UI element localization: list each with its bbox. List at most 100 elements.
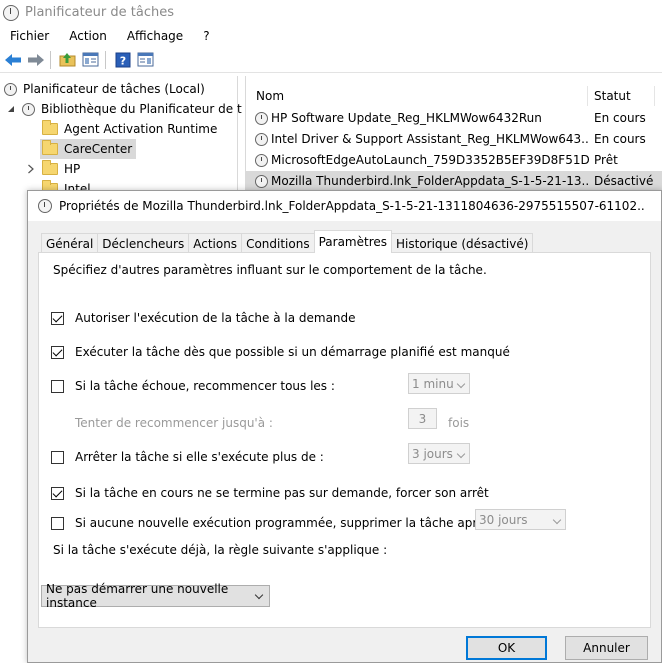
tab-general[interactable]: Général xyxy=(41,233,99,253)
delete-duration-select: 30 jours xyxy=(475,509,566,530)
delete-after-checkbox[interactable] xyxy=(51,516,64,530)
task-scheduler-clock-icon xyxy=(4,82,17,96)
toolbar: ? xyxy=(0,47,662,73)
column-divider[interactable] xyxy=(587,86,588,106)
tree-item-label: CareCenter xyxy=(64,142,133,156)
restart-interval-select: 1 minu xyxy=(408,373,470,394)
task-row-selected[interactable]: Mozilla Thunderbird.lnk_FolderAppdata_S-… xyxy=(246,171,662,191)
instance-rule-value: Ne pas démarrer une nouvelle instance xyxy=(46,582,229,610)
task-name: Mozilla Thunderbird.lnk_FolderAppdata_S-… xyxy=(271,174,589,188)
stop-if-longer-option[interactable]: Arrêter la tâche si elle s'exécute plus … xyxy=(51,450,324,464)
menu-action[interactable]: Action xyxy=(59,29,117,43)
column-header-status[interactable]: Statut xyxy=(594,86,631,106)
retry-count-value: 3 xyxy=(418,411,427,426)
tree-item-hp[interactable]: HP xyxy=(27,159,80,179)
restart-interval-value: 1 minu xyxy=(412,376,454,391)
task-scheduler-clock-icon xyxy=(3,4,19,21)
task-clock-icon xyxy=(255,111,268,125)
menu-affichage[interactable]: Affichage xyxy=(117,29,193,43)
show-hide-tree-icon[interactable] xyxy=(80,49,101,70)
toolbar-separator xyxy=(50,50,51,69)
dialog-titlebar[interactable]: Propriétés de Mozilla Thunderbird.lnk_Fo… xyxy=(28,191,661,221)
restart-on-fail-checkbox[interactable] xyxy=(51,379,64,393)
tree-item-agent-activation-runtime[interactable]: Agent Activation Runtime xyxy=(42,119,217,139)
tab-actions[interactable]: Actions xyxy=(188,233,243,253)
task-name: MicrosoftEdgeAutoLaunch_759D3352B5EF39D8… xyxy=(271,153,589,167)
force-stop-checkbox[interactable] xyxy=(51,486,64,500)
tree-root-label: Planificateur de tâches (Local) xyxy=(23,82,205,96)
chevron-down-icon xyxy=(552,515,562,525)
tree-item-label: HP xyxy=(64,162,81,176)
delete-duration-value: 30 jours xyxy=(479,512,528,527)
retry-up-to-label: Tenter de recommencer jusqu'à : xyxy=(75,416,273,430)
run-missed-checkbox[interactable] xyxy=(51,345,64,359)
allow-on-demand-label: Autoriser l'exécution de la tâche à la d… xyxy=(75,311,356,325)
tab-conditions[interactable]: Conditions xyxy=(241,233,315,253)
force-stop-label: Si la tâche en cours ne se termine pas s… xyxy=(75,486,489,500)
chevron-down-icon xyxy=(456,379,466,389)
restart-on-fail-option[interactable]: Si la tâche échoue, recommencer tous les… xyxy=(51,379,335,393)
stop-if-longer-checkbox[interactable] xyxy=(51,450,64,464)
help-icon[interactable]: ? xyxy=(112,49,133,70)
allow-on-demand-checkbox[interactable] xyxy=(51,311,64,325)
task-clock-icon xyxy=(255,153,268,167)
task-clock-icon xyxy=(255,132,268,146)
task-row[interactable]: HP Software Update_Reg_HKLMWow6432Run En… xyxy=(246,108,662,128)
task-name: HP Software Update_Reg_HKLMWow6432Run xyxy=(271,111,542,125)
ok-button[interactable]: OK xyxy=(466,636,547,660)
forward-arrow-icon[interactable] xyxy=(25,49,46,70)
delete-after-label: Si aucune nouvelle exécution programmée,… xyxy=(75,516,499,530)
show-hide-action-pane-icon[interactable] xyxy=(135,49,156,70)
task-row[interactable]: Intel Driver & Support Assistant_Reg_HKL… xyxy=(246,129,662,149)
allow-on-demand-option[interactable]: Autoriser l'exécution de la tâche à la d… xyxy=(51,311,356,325)
settings-panel: Spécifiez d'autres paramètres influant s… xyxy=(38,252,651,628)
tree-item-carecenter[interactable]: CareCenter xyxy=(40,139,137,159)
tab-history[interactable]: Historique (désactivé) xyxy=(391,233,534,253)
tree-library[interactable]: Bibliothèque du Planificateur de t xyxy=(6,99,242,119)
rule-label: Si la tâche s'exécute déjà, la règle sui… xyxy=(53,543,388,557)
folder-icon xyxy=(42,160,58,175)
column-divider[interactable] xyxy=(654,86,655,106)
tree-item-label: Agent Activation Runtime xyxy=(64,122,218,136)
instance-rule-select[interactable]: Ne pas démarrer une nouvelle instance xyxy=(41,582,270,610)
task-status: Prêt xyxy=(594,153,618,167)
main-window-title: Planificateur de tâches xyxy=(25,5,174,20)
task-name: Intel Driver & Support Assistant_Reg_HKL… xyxy=(271,132,589,146)
toolbar-separator xyxy=(105,50,106,69)
stop-if-longer-label: Arrêter la tâche si elle s'exécute plus … xyxy=(75,450,324,464)
retry-count-input: 3 xyxy=(408,408,437,429)
tab-strip: Général Déclencheurs Actions Conditions … xyxy=(41,230,534,253)
run-missed-option[interactable]: Exécuter la tâche dès que possible si un… xyxy=(51,345,510,359)
chevron-down-icon[interactable] xyxy=(6,104,16,114)
stop-duration-select: 3 jours xyxy=(408,443,470,464)
task-row[interactable]: MicrosoftEdgeAutoLaunch_759D3352B5EF39D8… xyxy=(246,150,662,170)
task-scheduler-clock-icon xyxy=(22,102,35,116)
cancel-button[interactable]: Annuler xyxy=(565,636,648,660)
menu-fichier[interactable]: Fichier xyxy=(0,29,59,43)
task-clock-icon xyxy=(38,199,52,213)
column-header-name[interactable]: Nom xyxy=(256,86,284,106)
force-stop-option[interactable]: Si la tâche en cours ne se termine pas s… xyxy=(51,486,489,500)
tree-library-label: Bibliothèque du Planificateur de t xyxy=(41,102,242,116)
rule-label-row: Si la tâche s'exécute déjà, la règle sui… xyxy=(53,543,387,557)
folder-icon xyxy=(42,120,58,135)
menu-bar: Fichier Action Affichage ? xyxy=(0,25,662,46)
tree-root[interactable]: Planificateur de tâches (Local) xyxy=(4,79,205,99)
svg-text:?: ? xyxy=(119,54,125,67)
delete-after-option[interactable]: Si aucune nouvelle exécution programmée,… xyxy=(51,516,499,530)
run-missed-label: Exécuter la tâche dès que possible si un… xyxy=(75,345,510,359)
retry-unit-text: fois xyxy=(448,416,470,430)
task-status: En cours xyxy=(594,132,646,146)
task-clock-icon xyxy=(255,174,268,188)
tab-settings[interactable]: Paramètres xyxy=(313,230,392,253)
chevron-right-icon[interactable] xyxy=(27,164,35,174)
menu-help[interactable]: ? xyxy=(193,29,219,43)
chevron-down-icon xyxy=(456,449,466,459)
dialog-title: Propriétés de Mozilla Thunderbird.lnk_Fo… xyxy=(59,199,644,213)
back-arrow-icon[interactable] xyxy=(2,49,23,70)
task-status: En cours xyxy=(594,111,646,125)
up-folder-icon[interactable] xyxy=(57,49,78,70)
tab-triggers[interactable]: Déclencheurs xyxy=(97,233,190,253)
folder-icon xyxy=(42,140,58,155)
main-window-titlebar: Planificateur de tâches xyxy=(0,0,662,25)
